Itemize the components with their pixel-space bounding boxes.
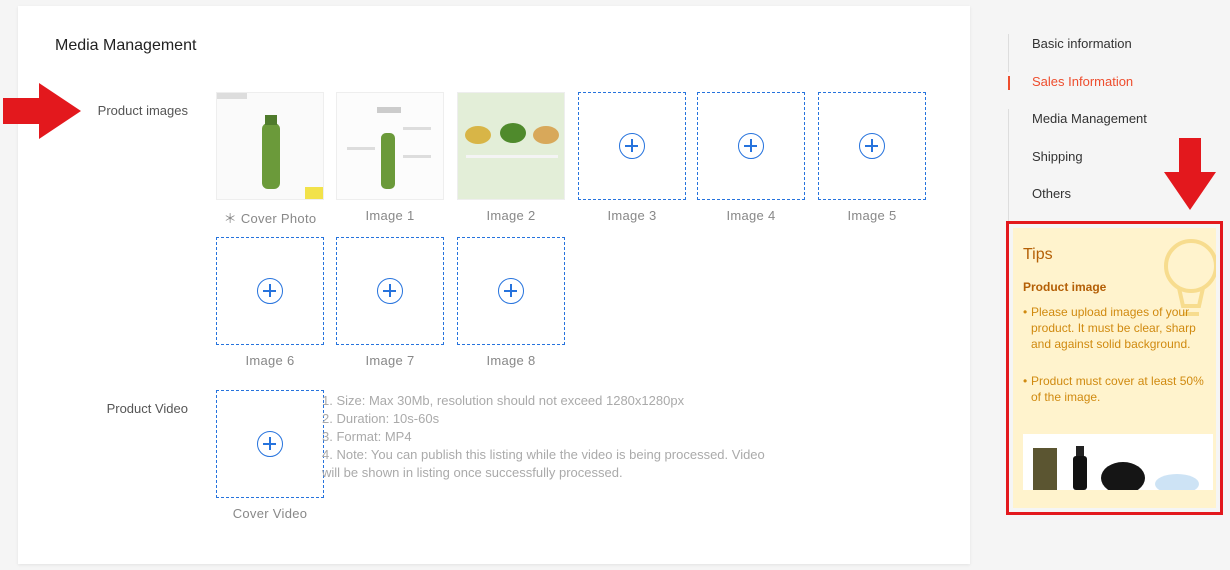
image-3-slot[interactable] <box>578 92 686 200</box>
product-thumbnail-icon <box>217 93 323 199</box>
tip-item: Product must cover at least 50% of the i… <box>1023 373 1213 405</box>
plus-circle-icon <box>738 133 764 159</box>
red-arrow-icon <box>3 83 81 139</box>
nav-item-basic-information[interactable]: Basic information <box>1008 34 1228 72</box>
tip-item: Please upload images of your product. It… <box>1023 304 1213 352</box>
product-thumbnail-icon <box>458 93 564 199</box>
slot-label: Image 7 <box>365 353 415 368</box>
video-requirements: 1. Size: Max 30Mb, resolution should not… <box>322 392 782 482</box>
product-images-label: Product images <box>97 103 188 118</box>
cover-photo-slot[interactable] <box>216 92 324 200</box>
slot-label: Image 4 <box>726 208 776 223</box>
tips-list: Please upload images of your product. It… <box>1023 304 1213 426</box>
slot-label: Image 2 <box>486 208 536 223</box>
section-title: Media Management <box>55 37 197 54</box>
red-arrow-icon <box>1164 138 1216 210</box>
image-2-slot[interactable] <box>457 92 565 200</box>
video-note: 1. Size: Max 30Mb, resolution should not… <box>322 393 685 408</box>
image-5-slot[interactable] <box>818 92 926 200</box>
cover-video-label: Cover Video <box>232 506 308 521</box>
product-video-label: Product Video <box>106 401 188 416</box>
image-4-slot[interactable] <box>697 92 805 200</box>
plus-circle-icon <box>377 278 403 304</box>
tips-title: Tips <box>1023 246 1053 263</box>
example-products-icon <box>1033 446 1199 490</box>
image-7-slot[interactable] <box>336 237 444 345</box>
nav-item-sales-information[interactable]: Sales Information <box>1008 72 1228 110</box>
video-note: 3. Format: MP4 <box>322 429 412 444</box>
plus-circle-icon <box>619 133 645 159</box>
image-1-slot[interactable] <box>336 92 444 200</box>
example-images-strip <box>1023 434 1213 490</box>
tips-subtitle: Product image <box>1023 280 1107 294</box>
cover-video-slot[interactable] <box>216 390 324 498</box>
slot-label: Image 6 <box>245 353 295 368</box>
tips-panel: Tips Product image Please upload images … <box>1013 228 1216 508</box>
plus-circle-icon <box>257 431 283 457</box>
image-8-slot[interactable] <box>457 237 565 345</box>
plus-circle-icon <box>257 278 283 304</box>
slot-label: Image 3 <box>607 208 657 223</box>
video-note: 2. Duration: 10s-60s <box>322 411 440 426</box>
video-note: 4. Note: You can publish this listing wh… <box>322 447 765 480</box>
plus-circle-icon <box>498 278 524 304</box>
slot-label: Image 8 <box>486 353 536 368</box>
image-6-slot[interactable] <box>216 237 324 345</box>
slot-label: ＊ Cover Photo <box>223 211 317 226</box>
slot-label: Image 5 <box>847 208 897 223</box>
slot-label: Image 1 <box>365 208 415 223</box>
plus-circle-icon <box>859 133 885 159</box>
product-thumbnail-icon <box>337 93 443 199</box>
